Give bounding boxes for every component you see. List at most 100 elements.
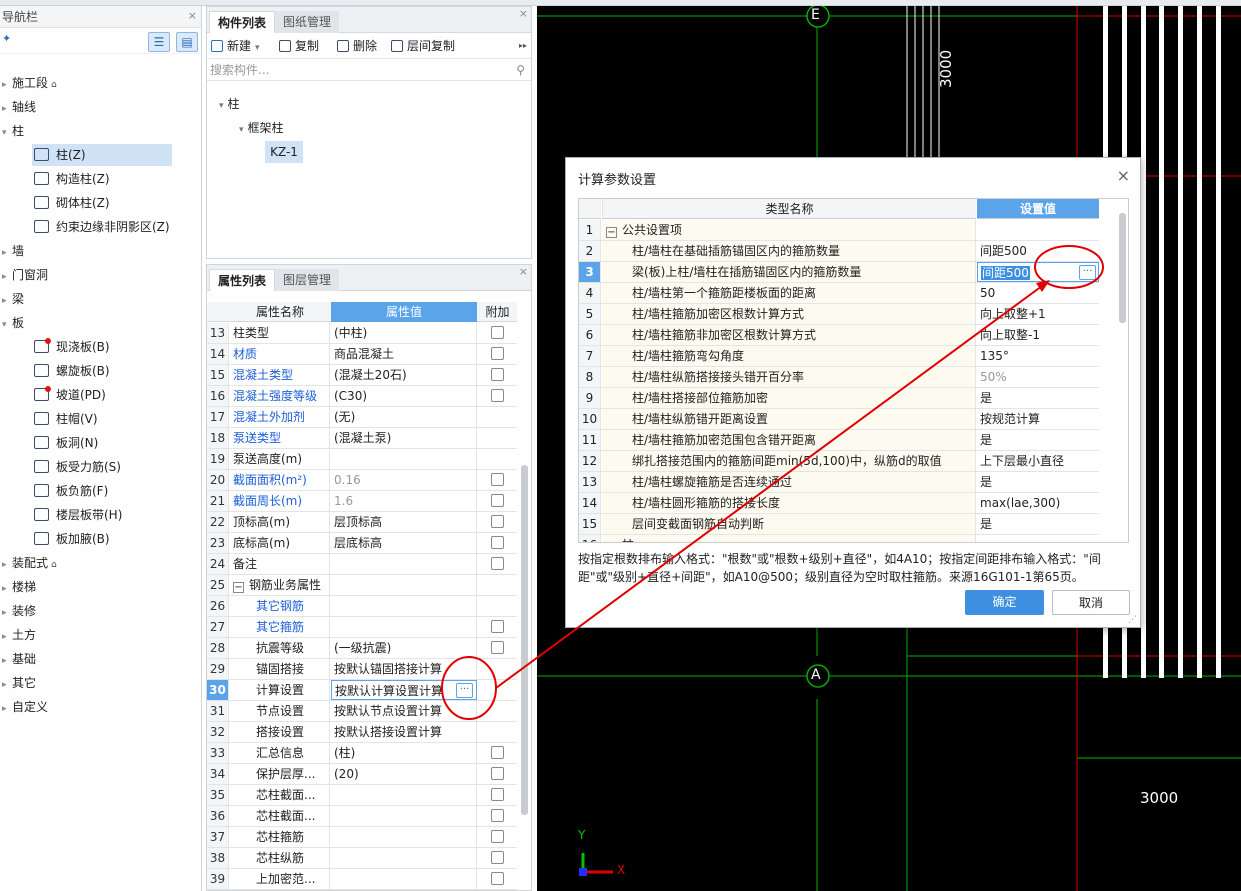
attach-checkbox[interactable] [491,809,504,822]
nav-item[interactable]: ▸ 楼梯 [0,576,200,598]
component-search-input[interactable]: 搜索构件... ⚲ [207,59,531,81]
property-close-icon[interactable]: × [519,265,528,278]
property-row[interactable]: 22 顶标高(m) 层顶标高 [207,512,517,533]
tree-node-column[interactable]: ▾ 柱 [219,93,240,115]
nav-item[interactable]: ▸ 施工段 ⌂ [0,72,200,94]
nav-subitem[interactable]: 板洞(N) [32,432,197,454]
attach-checkbox[interactable] [491,851,504,864]
setting-value[interactable]: 135° [977,346,1099,366]
attach-checkbox[interactable] [491,788,504,801]
attach-checkbox[interactable] [491,620,504,633]
property-value[interactable]: (柱) [331,743,477,763]
property-scrollbar[interactable] [521,465,528,815]
property-value[interactable]: 层顶标高 [331,512,477,532]
attach-checkbox[interactable] [491,368,504,381]
property-value[interactable]: (混凝土泵) [331,428,477,448]
attach-checkbox[interactable] [491,515,504,528]
property-row[interactable]: 27 其它箍筋 [207,617,517,638]
setting-row[interactable]: 10 柱/墙柱纵筋错开距离设置 按规范计算 [579,409,1099,430]
property-row[interactable]: 15 混凝土类型 (混凝土20石) [207,365,517,386]
setting-row[interactable]: 15 层间变截面钢筋自动判断 是 [579,514,1099,535]
property-value[interactable] [331,575,477,595]
setting-value[interactable]: 向上取整-1 [977,325,1099,345]
component-close-icon[interactable]: × [519,7,528,20]
nav-item[interactable]: ▾ 柱 [0,120,200,142]
nav-item[interactable]: ▾ 板 [0,312,200,334]
pin-icon[interactable]: ✦ [2,32,11,45]
attach-checkbox[interactable] [491,830,504,843]
nav-item[interactable]: ▸ 装修 [0,600,200,622]
property-value[interactable] [331,806,477,826]
property-row[interactable]: 36 芯柱截面... [207,806,517,827]
property-row[interactable]: 31 节点设置 按默认节点设置计算 [207,701,517,722]
tab-property-list[interactable]: 属性列表 [209,269,276,291]
attach-checkbox[interactable] [491,494,504,507]
property-row[interactable]: 14 材质 商品混凝土 [207,344,517,365]
nav-subitem[interactable]: 构造柱(Z) [32,168,197,190]
property-row[interactable]: 35 芯柱截面... [207,785,517,806]
delete-button[interactable]: 删除 [337,37,377,55]
property-row[interactable]: 38 芯柱纵筋 [207,848,517,869]
setting-row[interactable]: 12 绑扎搭接范围内的箍筋间距min(5d,100)中，纵筋d的取值 上下层最小… [579,451,1099,472]
detail-view-icon[interactable]: ▤ [176,32,198,52]
setting-row[interactable]: 9 柱/墙柱搭接部位箍筋加密 是 [579,388,1099,409]
nav-item[interactable]: ▸ 土方 [0,624,200,646]
property-value[interactable]: (一级抗震) [331,638,477,658]
nav-subitem[interactable]: 板加腋(B) [32,528,197,550]
property-row[interactable]: 25 − 钢筋业务属性 [207,575,517,596]
property-value[interactable] [331,617,477,637]
setting-row[interactable]: 13 柱/墙柱螺旋箍筋是否连续通过 是 [579,472,1099,493]
nav-subitem[interactable]: 柱帽(V) [32,408,197,430]
attach-checkbox[interactable] [491,536,504,549]
property-value[interactable]: 按默认计算设置计算 ··· [331,680,477,700]
nav-item[interactable]: ▸ 装配式 ⌂ [0,552,200,574]
property-value[interactable] [331,869,477,889]
tree-leaf-kz1[interactable]: KZ-1 [265,141,303,163]
setting-row[interactable]: 8 柱/墙柱纵筋搭接接头错开百分率 50% [579,367,1099,388]
more-icon[interactable]: ▸▸ [519,37,527,55]
setting-row[interactable]: 2 柱/墙柱在基础插筋锚固区内的箍筋数量 间距500 [579,241,1099,262]
nav-subitem[interactable]: 板负筋(F) [32,480,197,502]
nav-subitem[interactable]: 板受力筋(S) [32,456,197,478]
setting-value[interactable]: 是 [977,388,1099,408]
setting-row[interactable]: 4 柱/墙柱第一个箍筋距楼板面的距离 50 [579,283,1099,304]
attach-checkbox[interactable] [491,746,504,759]
property-row[interactable]: 18 泵送类型 (混凝土泵) [207,428,517,449]
setting-row[interactable]: 6 柱/墙柱箍筋非加密区根数计算方式 向上取整-1 [579,325,1099,346]
property-row[interactable]: 33 汇总信息 (柱) [207,743,517,764]
floor-copy-button[interactable]: 层间复制 [391,37,455,55]
nav-subitem[interactable]: 螺旋板(B) [32,360,197,382]
setting-value[interactable]: 50 [977,283,1099,303]
tab-component-list[interactable]: 构件列表 [209,11,276,33]
property-row[interactable]: 13 柱类型 (中柱) [207,323,517,344]
ok-button[interactable]: 确定 [965,590,1044,615]
setting-value[interactable]: 50% [977,367,1099,387]
property-value[interactable]: (无) [331,407,477,427]
list-view-icon[interactable]: ☰ [148,32,170,52]
property-row[interactable]: 28 抗震等级 (一级抗震) [207,638,517,659]
nav-subitem[interactable]: 砌体柱(Z) [32,192,197,214]
search-icon[interactable]: ⚲ [516,59,525,81]
nav-subitem[interactable]: 现浇板(B) [32,336,197,358]
property-row[interactable]: 34 保护层厚... (20) [207,764,517,785]
setting-row[interactable]: 3 梁(板)上柱/墙柱在插筋锚固区内的箍筋数量 间距500 ··· [579,262,1099,283]
property-row[interactable]: 26 其它钢筋 [207,596,517,617]
property-row[interactable]: 39 上加密范... [207,869,517,890]
nav-item[interactable]: ▸ 其它 [0,672,200,694]
copy-button[interactable]: 复制 [279,37,319,55]
attach-checkbox[interactable] [491,557,504,570]
property-value[interactable] [331,554,477,574]
property-row[interactable]: 23 底标高(m) 层底标高 [207,533,517,554]
nav-item[interactable]: ▸ 基础 [0,648,200,670]
property-value[interactable] [331,785,477,805]
property-row[interactable]: 17 混凝土外加剂 (无) [207,407,517,428]
grid-scrollbar[interactable] [1119,213,1126,323]
tree-node-frame-column[interactable]: ▾ 框架柱 [239,117,284,139]
setting-value[interactable] [977,220,1099,240]
dialog-close-icon[interactable]: × [1117,166,1130,185]
setting-row[interactable]: 11 柱/墙柱箍筋加密范围包含错开距离 是 [579,430,1099,451]
ellipsis-button[interactable]: ··· [456,683,473,698]
setting-row[interactable]: 7 柱/墙柱箍筋弯勾角度 135° [579,346,1099,367]
setting-value[interactable]: 上下层最小直径 [977,451,1099,471]
nav-subitem[interactable]: 柱(Z) [32,144,172,166]
